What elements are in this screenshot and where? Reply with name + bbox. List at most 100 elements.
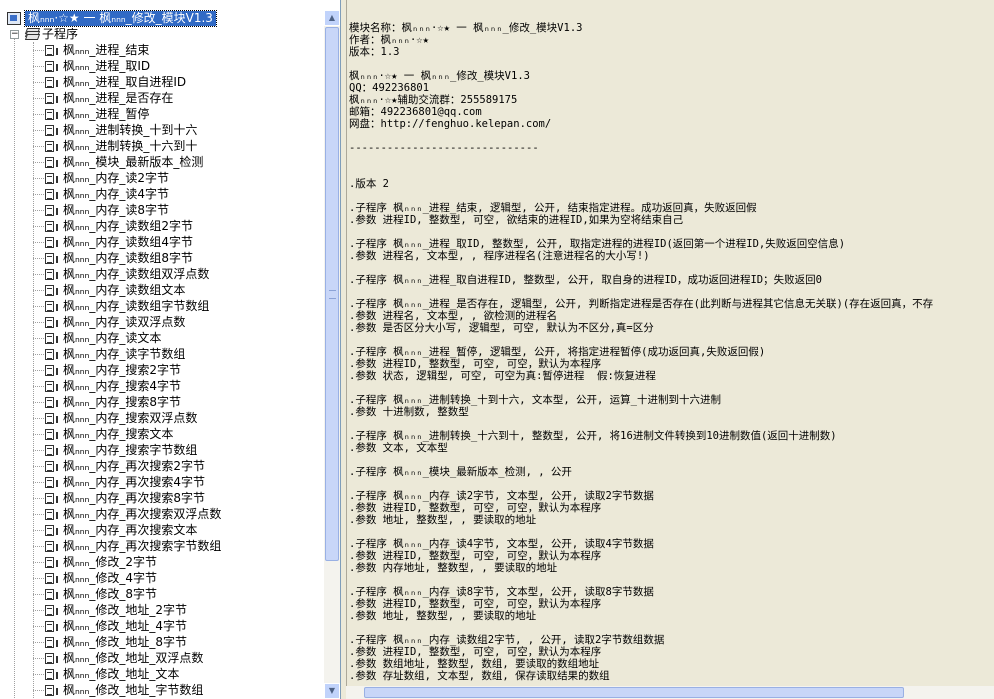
source-text-line — [349, 130, 933, 142]
tree-item-label[interactable]: 枫ₙₙₙ_内存_再次搜索4字节 — [63, 474, 205, 490]
tree-scroll-thumb[interactable] — [325, 27, 339, 561]
tree-item-label[interactable]: 枫ₙₙₙ_内存_再次搜索字节数组 — [63, 538, 221, 554]
tree-item[interactable]: 枫ₙₙₙ_修改_地址_4字节 — [33, 618, 221, 634]
tree-item-label[interactable]: 枫ₙₙₙ_修改_2字节 — [63, 554, 157, 570]
tree-item[interactable]: 枫ₙₙₙ_进程_暂停 — [33, 106, 221, 122]
tree-item[interactable]: 枫ₙₙₙ_进制转换_十到十六 — [33, 122, 221, 138]
text-scroll-thumb[interactable] — [364, 687, 904, 698]
tree-item-label[interactable]: 枫ₙₙₙ_内存_再次搜索2字节 — [63, 458, 205, 474]
scroll-up-arrow-icon[interactable]: ▲ — [324, 10, 340, 26]
collapse-icon[interactable]: − — [10, 29, 19, 39]
tree-item-label[interactable]: 枫ₙₙₙ_内存_读数组8字节 — [63, 250, 193, 266]
tree-item-label[interactable]: 枫ₙₙₙ_修改_地址_字节数组 — [63, 682, 203, 698]
tree-item[interactable]: 枫ₙₙₙ_内存_搜索8字节 — [33, 394, 221, 410]
tree-item-label[interactable]: 枫ₙₙₙ_进程_暂停 — [63, 106, 149, 122]
tree-item-label[interactable]: 枫ₙₙₙ_进程_取自进程ID — [63, 74, 186, 90]
tree-item-label[interactable]: 枫ₙₙₙ_进程_是否存在 — [63, 90, 173, 106]
tree-item-label[interactable]: 枫ₙₙₙ_内存_搜索2字节 — [63, 362, 181, 378]
tree-item-label[interactable]: 枫ₙₙₙ_内存_读文本 — [63, 330, 161, 346]
subroutine-icon — [45, 220, 58, 233]
tree-item[interactable]: 枫ₙₙₙ_进程_取ID — [33, 58, 221, 74]
tree-item[interactable]: 枫ₙₙₙ_内存_再次搜索双浮点数 — [33, 506, 221, 522]
tree-item-label[interactable]: 枫ₙₙₙ_进制转换_十六到十 — [63, 138, 197, 154]
tree-item[interactable]: 枫ₙₙₙ_内存_读数组2字节 — [33, 218, 221, 234]
tree-item-label[interactable]: 枫ₙₙₙ_内存_搜索4字节 — [63, 378, 181, 394]
tree-item[interactable]: 枫ₙₙₙ_内存_读双浮点数 — [33, 314, 221, 330]
tree-item-label[interactable]: 枫ₙₙₙ_内存_读4字节 — [63, 186, 169, 202]
tree-item[interactable]: 枫ₙₙₙ_修改_地址_8字节 — [33, 634, 221, 650]
tree-item[interactable]: 枫ₙₙₙ_内存_搜索字节数组 — [33, 442, 221, 458]
tree-item-label[interactable]: 枫ₙₙₙ_内存_读数组双浮点数 — [63, 266, 209, 282]
scroll-down-arrow-icon[interactable]: ▼ — [324, 683, 340, 699]
tree-group-label[interactable]: 子程序 — [42, 26, 78, 42]
tree-item-label[interactable]: 枫ₙₙₙ_进程_取ID — [63, 58, 150, 74]
tree-item[interactable]: 枫ₙₙₙ_进程_取自进程ID — [33, 74, 221, 90]
tree-item[interactable]: 枫ₙₙₙ_内存_读2字节 — [33, 170, 221, 186]
tree-item-label[interactable]: 枫ₙₙₙ_内存_再次搜索8字节 — [63, 490, 205, 506]
tree-root-node[interactable]: 枫ₙₙₙ·☆★ 一 枫ₙₙₙ_修改_模块V1.3 — [7, 10, 217, 27]
tree-item[interactable]: 枫ₙₙₙ_修改_2字节 — [33, 554, 221, 570]
tree-item[interactable]: 枫ₙₙₙ_内存_搜索双浮点数 — [33, 410, 221, 426]
tree-item[interactable]: 枫ₙₙₙ_修改_地址_文本 — [33, 666, 221, 682]
tree-item[interactable]: 枫ₙₙₙ_修改_地址_字节数组 — [33, 682, 221, 698]
tree-item[interactable]: 枫ₙₙₙ_修改_4字节 — [33, 570, 221, 586]
source-text-pane[interactable]: 模块名称：枫ₙₙₙ·☆★ 一 枫ₙₙₙ_修改_模块V1.3 作者：枫ₙₙₙ·☆★ 版… — [346, 0, 994, 699]
tree-item-label[interactable]: 枫ₙₙₙ_内存_读8字节 — [63, 202, 169, 218]
tree-item[interactable]: 枫ₙₙₙ_内存_再次搜索8字节 — [33, 490, 221, 506]
tree-item[interactable]: 枫ₙₙₙ_内存_再次搜索4字节 — [33, 474, 221, 490]
tree-item[interactable]: 枫ₙₙₙ_内存_读字节数组 — [33, 346, 221, 362]
tree-item-label[interactable]: 枫ₙₙₙ_进程_结束 — [63, 42, 149, 58]
tree-vertical-scrollbar[interactable]: ▲ ▼ — [324, 10, 340, 699]
tree-item-label[interactable]: 枫ₙₙₙ_内存_搜索双浮点数 — [63, 410, 197, 426]
tree-item-label[interactable]: 枫ₙₙₙ_内存_再次搜索双浮点数 — [63, 506, 221, 522]
tree-item-label[interactable]: 枫ₙₙₙ_修改_地址_文本 — [63, 666, 179, 682]
tree-item[interactable]: 枫ₙₙₙ_内存_读4字节 — [33, 186, 221, 202]
tree-item-label[interactable]: 枫ₙₙₙ_内存_读2字节 — [63, 170, 169, 186]
tree-item[interactable]: 枫ₙₙₙ_修改_地址_2字节 — [33, 602, 221, 618]
tree-item[interactable]: 枫ₙₙₙ_内存_读数组文本 — [33, 282, 221, 298]
tree-item-label[interactable]: 枫ₙₙₙ_内存_读数组文本 — [63, 282, 185, 298]
text-horizontal-scrollbar[interactable] — [346, 686, 994, 699]
tree-item[interactable]: 枫ₙₙₙ_进制转换_十六到十 — [33, 138, 221, 154]
tree-item[interactable]: 枫ₙₙₙ_内存_再次搜索文本 — [33, 522, 221, 538]
tree-item[interactable]: 枫ₙₙₙ_内存_读文本 — [33, 330, 221, 346]
tree-item-label[interactable]: 枫ₙₙₙ_修改_4字节 — [63, 570, 157, 586]
tree-item[interactable]: 枫ₙₙₙ_内存_读数组4字节 — [33, 234, 221, 250]
source-text[interactable]: 模块名称：枫ₙₙₙ·☆★ 一 枫ₙₙₙ_修改_模块V1.3 作者：枫ₙₙₙ·☆★ 版… — [349, 22, 933, 682]
tree-item[interactable]: 枫ₙₙₙ_进程_是否存在 — [33, 90, 221, 106]
tree-item[interactable]: 枫ₙₙₙ_内存_再次搜索2字节 — [33, 458, 221, 474]
tree-item-label[interactable]: 枫ₙₙₙ_修改_地址_2字节 — [63, 602, 187, 618]
tree-item-label[interactable]: 枫ₙₙₙ_修改_8字节 — [63, 586, 157, 602]
tree-item-label[interactable]: 枫ₙₙₙ_修改_地址_8字节 — [63, 634, 187, 650]
tree-item-label[interactable]: 枫ₙₙₙ_修改_地址_双浮点数 — [63, 650, 203, 666]
tree-item-label[interactable]: 枫ₙₙₙ_内存_搜索文本 — [63, 426, 173, 442]
tree-item[interactable]: 枫ₙₙₙ_进程_结束 — [33, 42, 221, 58]
tree-item[interactable]: 枫ₙₙₙ_内存_搜索2字节 — [33, 362, 221, 378]
tree-item-label[interactable]: 枫ₙₙₙ_内存_读字节数组 — [63, 346, 185, 362]
tree-item[interactable]: 枫ₙₙₙ_内存_读8字节 — [33, 202, 221, 218]
tree-item[interactable]: 枫ₙₙₙ_内存_读数组双浮点数 — [33, 266, 221, 282]
tree-item[interactable]: 枫ₙₙₙ_内存_读数组8字节 — [33, 250, 221, 266]
tree-item[interactable]: 枫ₙₙₙ_内存_读数组字节数组 — [33, 298, 221, 314]
tree-item[interactable]: 枫ₙₙₙ_内存_搜索4字节 — [33, 378, 221, 394]
tree-item-label[interactable]: 枫ₙₙₙ_内存_再次搜索文本 — [63, 522, 197, 538]
tree-branch-line — [33, 529, 44, 531]
tree-item[interactable]: 枫ₙₙₙ_内存_搜索文本 — [33, 426, 221, 442]
tree-item-label[interactable]: 枫ₙₙₙ_内存_读双浮点数 — [63, 314, 185, 330]
tree-item-label[interactable]: 枫ₙₙₙ_内存_读数组2字节 — [63, 218, 193, 234]
tree-item-label[interactable]: 枫ₙₙₙ_内存_读数组4字节 — [63, 234, 193, 250]
tree-root-label[interactable]: 枫ₙₙₙ·☆★ 一 枫ₙₙₙ_修改_模块V1.3 — [24, 10, 217, 27]
tree-item-label[interactable]: 枫ₙₙₙ_进制转换_十到十六 — [63, 122, 197, 138]
tree-pane[interactable]: 枫ₙₙₙ·☆★ 一 枫ₙₙₙ_修改_模块V1.3 − 子程序 枫ₙₙₙ_进程_结… — [0, 0, 341, 699]
tree-item-label[interactable]: 枫ₙₙₙ_模块_最新版本_检测 — [63, 154, 203, 170]
tree-item-label[interactable]: 枫ₙₙₙ_内存_读数组字节数组 — [63, 298, 209, 314]
tree-item-label[interactable]: 枫ₙₙₙ_内存_搜索8字节 — [63, 394, 181, 410]
tree-item[interactable]: 枫ₙₙₙ_修改_地址_双浮点数 — [33, 650, 221, 666]
source-text-line — [349, 166, 933, 178]
tree-item[interactable]: 枫ₙₙₙ_模块_最新版本_检测 — [33, 154, 221, 170]
tree-item-label[interactable]: 枫ₙₙₙ_修改_地址_4字节 — [63, 618, 187, 634]
tree-item[interactable]: 枫ₙₙₙ_内存_再次搜索字节数组 — [33, 538, 221, 554]
tree-item-label[interactable]: 枫ₙₙₙ_内存_搜索字节数组 — [63, 442, 197, 458]
tree-item[interactable]: 枫ₙₙₙ_修改_8字节 — [33, 586, 221, 602]
tree-group-node[interactable]: − 子程序 — [10, 26, 78, 42]
